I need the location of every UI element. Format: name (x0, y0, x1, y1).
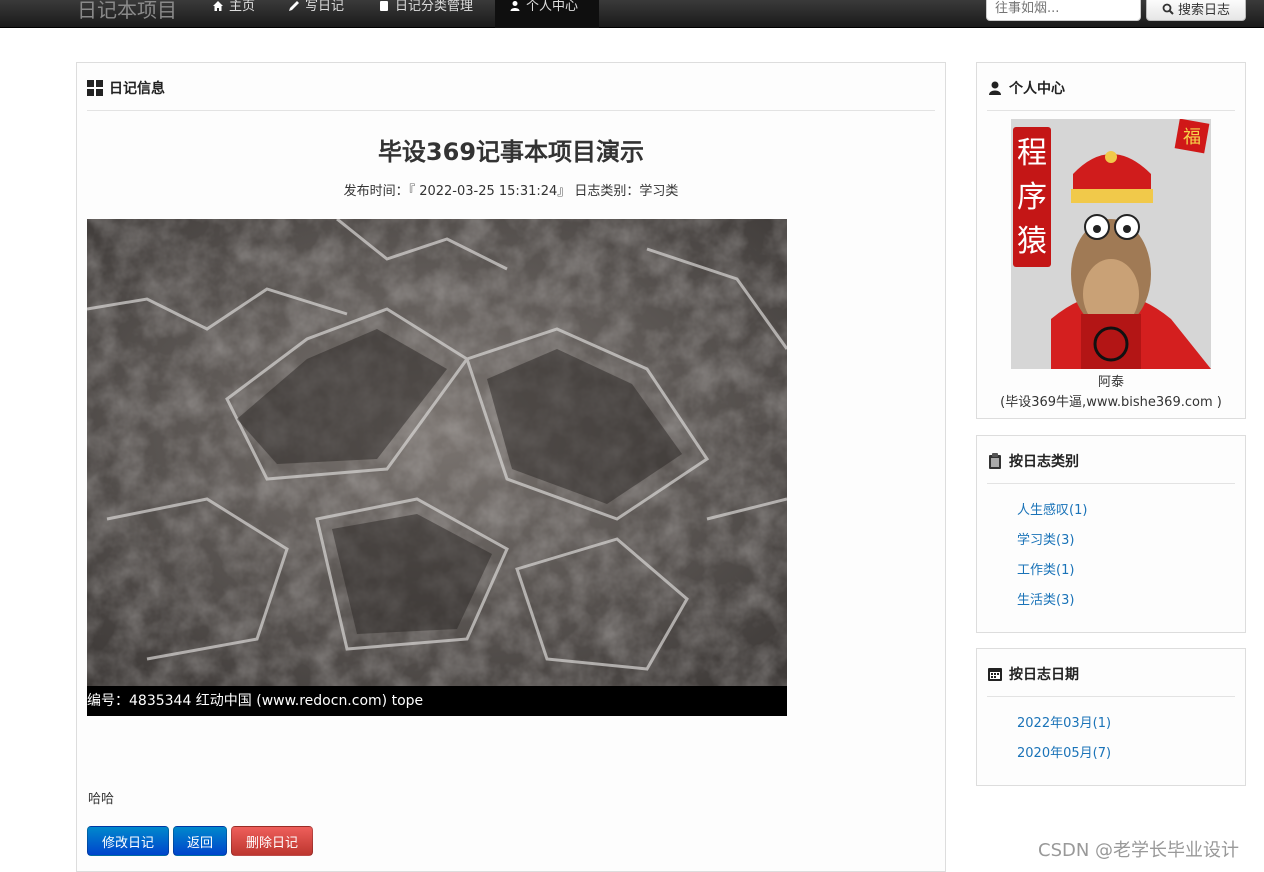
image-caption: 编号：4835344 红动中国 (www.redocn.com) tope (87, 686, 787, 716)
profile-sign: (毕设369牛逼,www.bishe369.com ) (1000, 395, 1222, 410)
avatar: 程 序 猿 福 (1011, 119, 1211, 369)
user-icon (989, 81, 1001, 95)
date-panel-heading: 按日志日期 (987, 651, 1235, 697)
avatar-char-3: 猿 (1017, 224, 1047, 259)
profile-panel-heading: 个人中心 (987, 65, 1235, 111)
date-panel-title: 按日志日期 (1009, 666, 1079, 683)
pencil-icon (289, 1, 299, 11)
top-navbar: 日记本项目 主页 写日记 日记分类管理 个人中心 搜索日志 (0, 0, 1264, 28)
diary-content: 哈哈 (88, 792, 115, 807)
search-button-label: 搜索日志 (1177, 3, 1230, 18)
nav-category-label: 日记分类管理 (395, 0, 474, 14)
category-link-work[interactable]: 工作类(1) (1017, 559, 1074, 578)
avatar-char-1: 程 (1017, 136, 1047, 171)
nav-write-label: 写日记 (305, 0, 345, 14)
category-link-life[interactable]: 人生感叹(1) (1017, 499, 1087, 518)
category-link-study[interactable]: 学习类(3) (1017, 529, 1074, 548)
user-icon (510, 1, 520, 11)
nav-profile-label: 个人中心 (526, 0, 579, 14)
diary-panel-title: 日记信息 (109, 80, 165, 97)
date-link-2022-03[interactable]: 2022年03月(1) (1017, 712, 1111, 731)
category-panel-heading: 按日志类别 (987, 438, 1235, 484)
edit-diary-button[interactable]: 修改日记 (87, 826, 169, 856)
nav-category[interactable]: 日记分类管理 (364, 0, 487, 28)
home-icon (213, 1, 223, 11)
monkey-avatar-image: 程 序 猿 福 (1011, 119, 1211, 369)
category-link-living[interactable]: 生活类(3) (1017, 589, 1074, 608)
search-button[interactable]: 搜索日志 (1146, 0, 1246, 21)
search-icon (1162, 3, 1174, 15)
dashboard-icon (87, 79, 103, 96)
stone-texture-image (87, 219, 787, 686)
clipboard-icon (989, 452, 1001, 469)
nav-profile[interactable]: 个人中心 (495, 0, 599, 28)
avatar-char-4: 福 (1183, 127, 1201, 148)
nav-home[interactable]: 主页 (198, 0, 269, 28)
diary-panel-heading: 日记信息 (87, 65, 935, 111)
delete-diary-button[interactable]: 删除日记 (231, 826, 313, 856)
search-input[interactable] (986, 0, 1141, 21)
csdn-watermark: CSDN @老学长毕业设计 (1038, 840, 1240, 861)
diary-title: 毕设369记事本项目演示 (377, 138, 645, 166)
avatar-char-2: 序 (1017, 180, 1047, 215)
back-button[interactable]: 返回 (173, 826, 227, 856)
diary-image: 编号：4835344 红动中国 (www.redocn.com) tope (87, 219, 787, 716)
date-link-2020-05[interactable]: 2020年05月(7) (1017, 742, 1111, 761)
nav-write[interactable]: 写日记 (274, 0, 358, 28)
brand-logo[interactable]: 日记本项目 (77, 0, 177, 23)
profile-name: 阿泰 (1097, 375, 1124, 390)
calendar-icon (988, 667, 1002, 681)
category-panel-title: 按日志类别 (1009, 453, 1079, 470)
profile-panel-title: 个人中心 (1009, 80, 1065, 97)
diary-meta: 发布时间：『 2022-03-25 15:31:24』 日志类别：学习类 (343, 184, 679, 199)
book-icon (380, 1, 388, 11)
nav-home-label: 主页 (229, 0, 256, 14)
